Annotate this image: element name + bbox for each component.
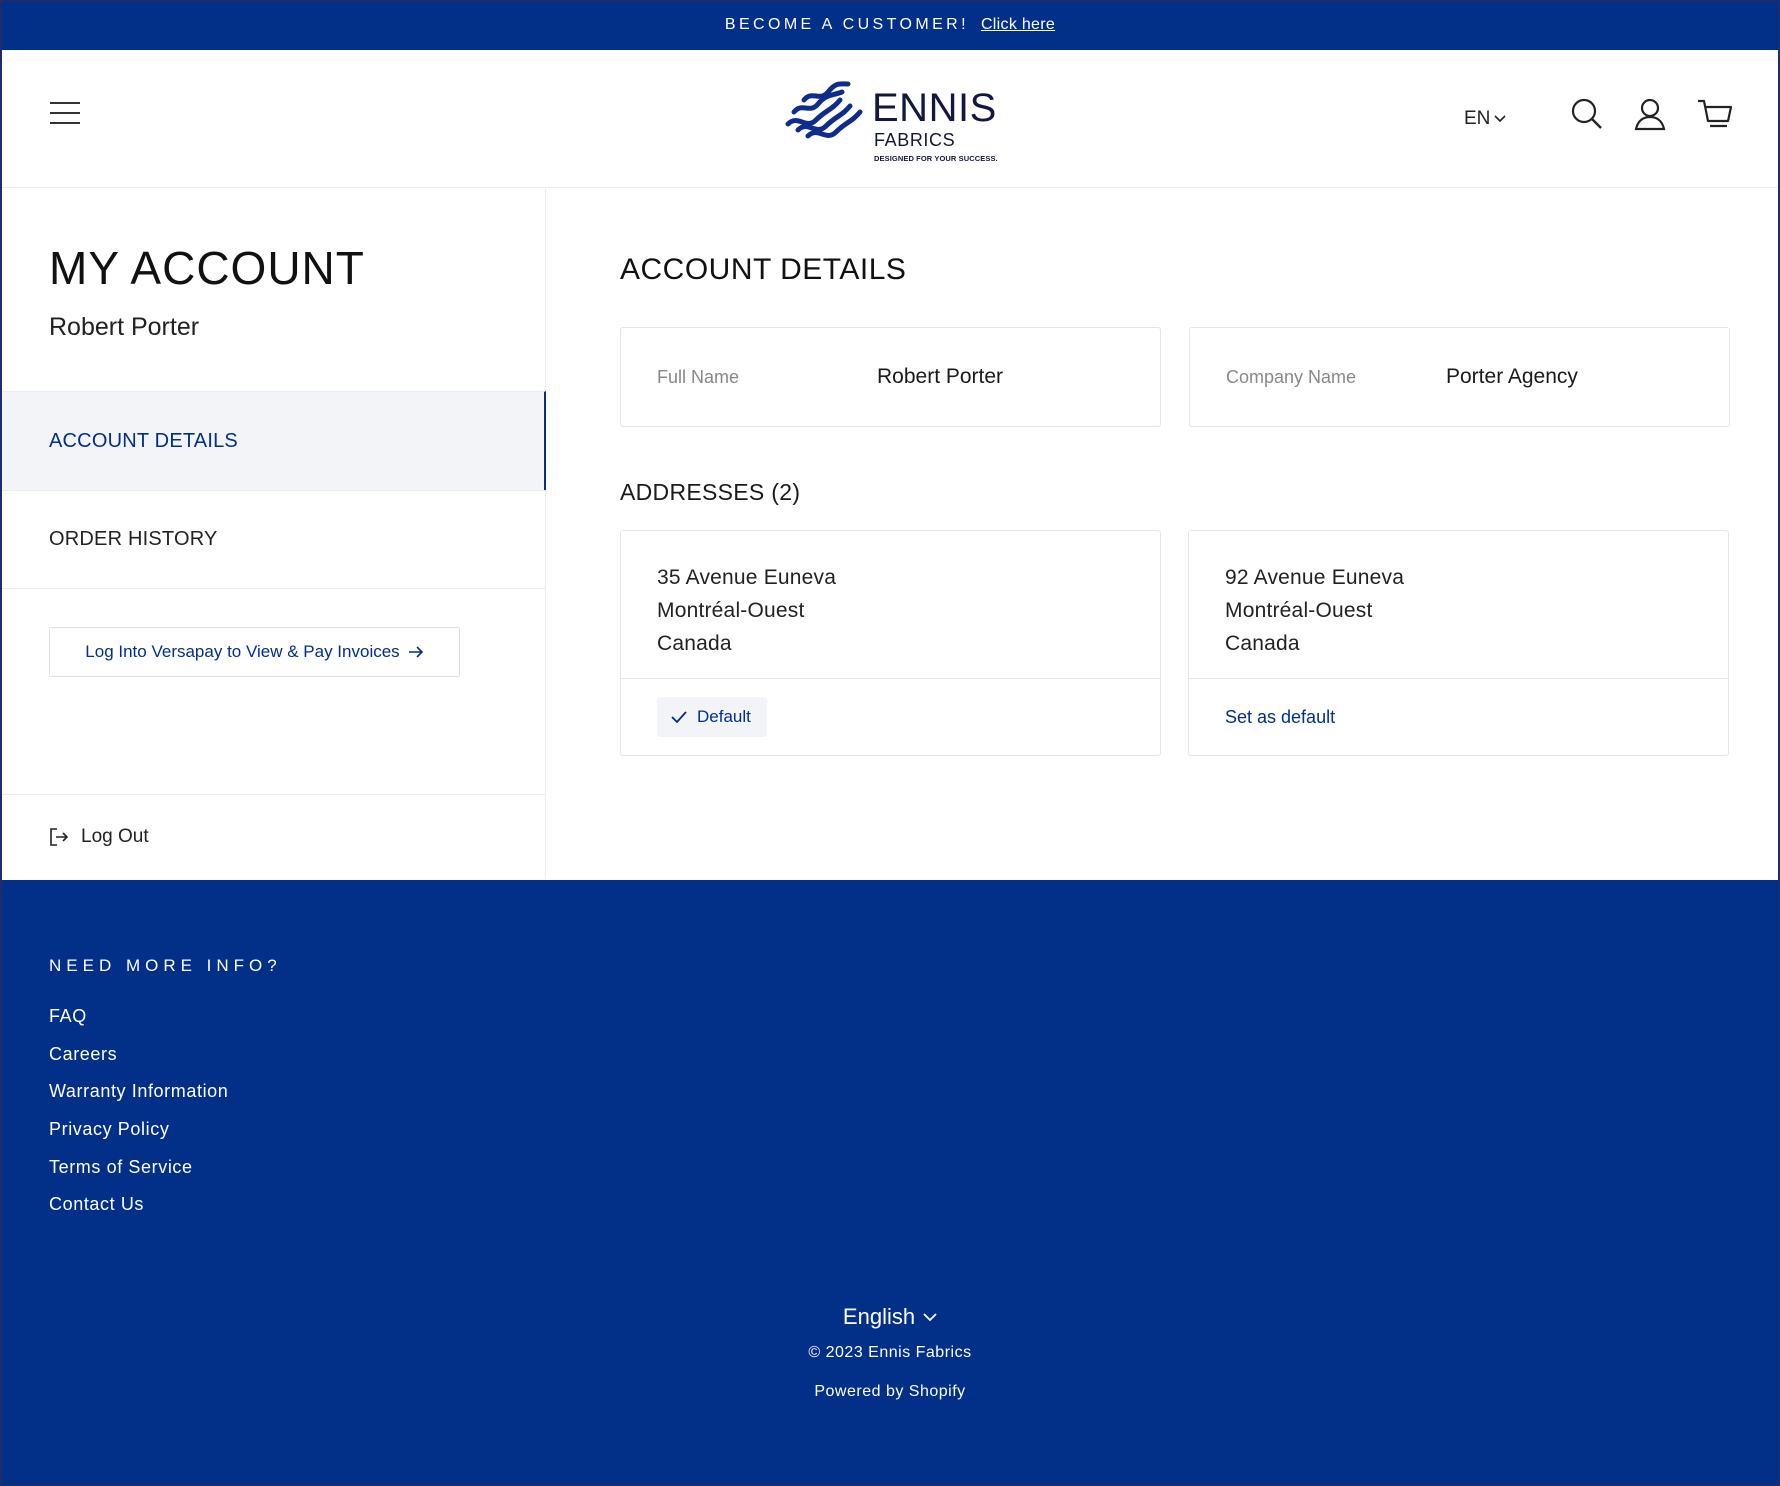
address-line-3: Canada — [1225, 632, 1300, 655]
default-badge: Default — [657, 697, 767, 737]
full-name-label: Full Name — [657, 366, 740, 387]
logout-label: Log Out — [81, 826, 149, 847]
footer-link-contact[interactable]: Contact Us — [49, 1194, 228, 1232]
footer-heading: NEED MORE INFO? — [49, 956, 282, 975]
footer-language-selector[interactable]: English — [0, 1304, 1780, 1330]
site-logo[interactable]: ENNIS FABRICS DESIGNED FOR YOUR SUCCESS. — [782, 72, 1002, 164]
arrow-right-icon — [408, 646, 423, 658]
default-label: Default — [697, 707, 751, 726]
set-default-link[interactable]: Set as default — [1225, 707, 1335, 728]
address-line-2: Montréal-Ouest — [1225, 599, 1373, 622]
logo-name: ENNIS — [872, 86, 997, 130]
address-actions: Set as default — [1189, 679, 1728, 755]
footer-link-warranty[interactable]: Warranty Information — [49, 1081, 228, 1119]
logo-tagline: DESIGNED FOR YOUR SUCCESS. — [874, 154, 998, 163]
address-lines: 92 Avenue Euneva Montréal-Ouest Canada — [1189, 531, 1728, 679]
announcement-bar: BECOME A CUSTOMER! Click here — [0, 0, 1780, 50]
footer-link-careers[interactable]: Careers — [49, 1044, 228, 1082]
powered-by-link[interactable]: Powered by Shopify — [0, 1383, 1780, 1401]
site-footer: NEED MORE INFO? FAQ Careers Warranty Inf… — [0, 880, 1780, 1486]
announcement-text: BECOME A CUSTOMER! — [724, 16, 969, 33]
language-code: EN — [1464, 108, 1491, 129]
address-card: 92 Avenue Euneva Montréal-Ouest Canada S… — [1188, 530, 1729, 756]
footer-language-label: English — [842, 1304, 916, 1329]
chevron-down-icon — [923, 1312, 937, 1321]
versapay-button-label: Log Into Versapay to View & Pay Invoices — [85, 642, 400, 661]
footer-link-faq[interactable]: FAQ — [49, 1006, 228, 1044]
address-line-2: Montréal-Ouest — [657, 599, 805, 622]
menu-icon[interactable] — [50, 100, 82, 126]
check-icon — [671, 711, 687, 723]
account-nav: ACCOUNT DETAILS ORDER HISTORY — [0, 391, 546, 589]
wave-logo-icon — [785, 81, 863, 139]
footer-link-privacy[interactable]: Privacy Policy — [49, 1119, 228, 1157]
section-title: ACCOUNT DETAILS — [620, 253, 907, 286]
address-line-1: 92 Avenue Euneva — [1225, 566, 1405, 589]
address-actions: Default — [621, 679, 1160, 755]
logo-subname: FABRICS — [874, 130, 956, 150]
language-selector[interactable]: EN — [1464, 108, 1506, 130]
address-card: 35 Avenue Euneva Montréal-Ouest Canada D… — [620, 530, 1161, 756]
nav-order-history[interactable]: ORDER HISTORY — [0, 490, 546, 589]
addresses-title: ADDRESSES (2) — [620, 479, 801, 505]
company-name-value: Porter Agency — [1446, 365, 1578, 388]
footer-link-terms[interactable]: Terms of Service — [49, 1157, 228, 1195]
address-line-3: Canada — [657, 632, 732, 655]
company-name-card: Company Name Porter Agency — [1189, 327, 1730, 427]
logout-button[interactable]: Log Out — [0, 794, 546, 879]
account-sidebar: MY ACCOUNT Robert Porter ACCOUNT DETAILS… — [0, 189, 546, 879]
full-name-value: Robert Porter — [877, 365, 1004, 388]
announcement-link[interactable]: Click here — [981, 16, 1055, 34]
search-icon[interactable] — [1569, 96, 1605, 132]
address-line-1: 35 Avenue Euneva — [657, 566, 837, 589]
versapay-login-button[interactable]: Log Into Versapay to View & Pay Invoices — [49, 627, 460, 677]
user-name: Robert Porter — [49, 313, 200, 341]
account-icon[interactable] — [1632, 96, 1668, 132]
account-main: ACCOUNT DETAILS Full Name Robert Porter … — [546, 189, 1780, 879]
footer-links: FAQ Careers Warranty Information Privacy… — [49, 1006, 228, 1232]
logout-icon — [50, 828, 69, 846]
site-header: ENNIS FABRICS DESIGNED FOR YOUR SUCCESS.… — [0, 50, 1780, 188]
full-name-card: Full Name Robert Porter — [620, 327, 1161, 427]
page-title: MY ACCOUNT — [49, 242, 365, 294]
chevron-down-icon — [1494, 115, 1506, 123]
nav-account-details[interactable]: ACCOUNT DETAILS — [0, 391, 546, 490]
address-lines: 35 Avenue Euneva Montréal-Ouest Canada — [621, 531, 1160, 679]
copyright: © 2023 Ennis Fabrics — [808, 1344, 972, 1361]
cart-icon[interactable] — [1696, 96, 1733, 132]
company-name-label: Company Name — [1226, 366, 1357, 387]
